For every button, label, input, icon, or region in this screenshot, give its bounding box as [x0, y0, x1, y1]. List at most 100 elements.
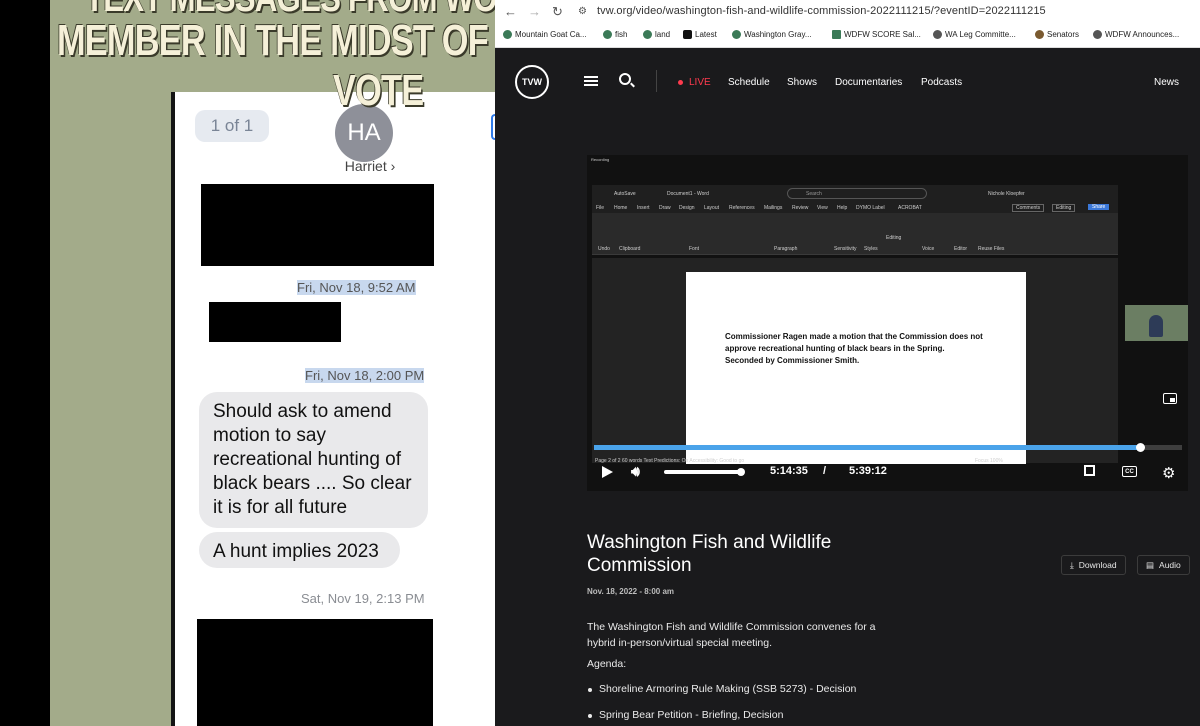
reload-icon[interactable]: ↻	[552, 4, 563, 20]
word-tab: Layout	[704, 205, 720, 211]
nav-documentaries[interactable]: Documentaries	[835, 77, 902, 88]
recording-label: Recording	[591, 157, 610, 162]
tvw-logo[interactable]: TVW	[515, 65, 549, 99]
ribbon-group: Voice	[922, 246, 935, 252]
contact-name[interactable]: Harriet ›	[335, 158, 405, 174]
download-button[interactable]: ⤓ Download	[1061, 555, 1126, 575]
audio-button[interactable]: ▤ Audio	[1137, 555, 1190, 575]
volume-handle[interactable]	[737, 468, 745, 476]
bookmark[interactable]: fish	[603, 30, 627, 39]
bookmark[interactable]: Mountain Goat Ca...	[503, 30, 587, 39]
message-bubble: A hunt implies 2023	[199, 532, 400, 568]
message-counter[interactable]: 1 of 1	[195, 110, 269, 142]
event-title: Washington Fish and Wildlife Commission	[587, 532, 832, 576]
bookmark[interactable]: Washington Gray...	[732, 30, 812, 39]
bookmark-icon	[732, 30, 741, 39]
search-icon[interactable]	[619, 73, 631, 85]
bookmark-icon	[1035, 30, 1044, 39]
word-tab: Draw	[659, 205, 671, 211]
timestamp: Sat, Nov 19, 2:13 PM	[301, 591, 425, 606]
word-tab: Help	[837, 205, 848, 211]
redacted-message	[209, 302, 341, 342]
picture-in-picture-icon[interactable]	[1163, 393, 1177, 404]
site-header: TVW LIVE Schedule Shows Documentaries Po…	[495, 48, 1200, 116]
word-titlebar: AutoSave Document1 - Word Search Nichole…	[592, 185, 1118, 203]
globe-icon	[933, 30, 942, 39]
word-page	[686, 272, 1026, 464]
bookmark[interactable]: WA Leg Committe...	[933, 30, 1016, 39]
bookmark-label: WDFW SCORE Sal...	[844, 30, 921, 39]
fullscreen-icon[interactable]	[1084, 465, 1095, 476]
x-icon	[683, 30, 692, 39]
bookmark[interactable]: Senators	[1035, 30, 1079, 39]
settings-gear-icon[interactable]: ⚙	[1162, 464, 1175, 482]
address-bar-row: ← → ↻ ⚙ tvw.org/video/washington-fish-an…	[495, 0, 1200, 24]
bookmark-label: WDFW Announces...	[1105, 30, 1180, 39]
nav-news[interactable]: News	[1154, 77, 1179, 88]
ribbon-group: Paragraph	[774, 246, 798, 252]
event-description: The Washington Fish and Wildlife Commiss…	[587, 621, 876, 649]
word-tab: Home	[614, 205, 628, 211]
time-separator: /	[823, 465, 827, 477]
bookmark[interactable]: land	[643, 30, 670, 39]
nav-shows[interactable]: Shows	[787, 77, 817, 88]
bookmark-label: land	[655, 30, 671, 39]
url-field[interactable]: tvw.org/video/washington-fish-and-wildli…	[597, 5, 1046, 17]
word-editing: Editing	[1052, 204, 1076, 212]
word-doc-title: Document1 - Word	[667, 191, 709, 197]
agenda-item: Shoreline Armoring Rule Making (SSB 5273…	[587, 683, 857, 695]
menu-icon[interactable]	[584, 76, 598, 86]
word-tab: View	[817, 205, 828, 211]
volume-slider[interactable]	[664, 470, 741, 474]
headline-line: VOTE	[333, 66, 424, 115]
live-dot-icon	[678, 80, 683, 85]
closed-captions-icon[interactable]: CC	[1122, 466, 1137, 477]
word-comments: Comments	[1012, 204, 1045, 212]
file-icon: ▤	[1146, 559, 1155, 570]
browser-window: ← → ↻ ⚙ tvw.org/video/washington-fish-an…	[495, 0, 1200, 726]
play-icon[interactable]	[602, 466, 613, 478]
nav-live[interactable]: LIVE	[689, 77, 711, 88]
bookmarks-bar: Mountain Goat Ca... fish land Latest Was…	[495, 24, 1200, 48]
imessage-screen: 1 of 1 HA Harriet › Fri, Nov 18, 9:52 AM…	[171, 92, 495, 726]
forward-icon[interactable]: →	[528, 4, 541, 19]
bookmark[interactable]: Latest	[683, 30, 717, 39]
word-tab: File	[596, 205, 605, 211]
ribbon-group: Clipboard	[619, 246, 641, 252]
ribbon-group: Undo	[598, 246, 610, 252]
volume-icon[interactable]: 🔊︎	[631, 463, 640, 480]
word-user: Nichole Kloepfer	[988, 191, 1025, 197]
timestamp: Fri, Nov 18, 9:52 AM	[297, 280, 416, 295]
redacted-message	[197, 619, 433, 726]
audio-label: Audio	[1159, 560, 1181, 570]
nav-schedule[interactable]: Schedule	[728, 77, 770, 88]
duration: 5:39:12	[849, 465, 887, 477]
word-tab: Mailings	[764, 205, 783, 211]
nav-podcasts[interactable]: Podcasts	[921, 77, 962, 88]
word-tab: Design	[679, 205, 695, 211]
ribbon-group: Styles	[864, 246, 878, 252]
word-tab: References	[729, 205, 755, 211]
ribbon-group: Reuse Files	[978, 246, 1005, 252]
webcam-person	[1149, 315, 1163, 337]
agenda-item: Spring Bear Petition - Briefing, Decisio…	[587, 709, 784, 721]
event-date: Nov. 18, 2022 - 8:00 am	[587, 587, 675, 596]
video-progress-bar[interactable]	[594, 443, 1182, 452]
word-document-text: Commissioner Ragen made a motion that th…	[725, 332, 983, 365]
word-status-left: Page 2 of 2 60 words Text Predictions: O…	[595, 458, 745, 464]
bookmark-icon	[832, 30, 841, 39]
bookmark[interactable]: WDFW Announces...	[1093, 30, 1179, 39]
word-share: Share	[1088, 204, 1110, 210]
timestamp: Fri, Nov 18, 2:00 PM	[305, 368, 425, 383]
word-status-right: Focus 100%	[975, 458, 1003, 464]
bookmark[interactable]: WDFW SCORE Sal...	[832, 30, 921, 39]
video-progress-handle[interactable]	[1135, 443, 1145, 452]
word-tab: DYMO Label	[856, 205, 885, 211]
back-icon[interactable]: ←	[504, 4, 517, 19]
download-icon: ⤓	[1070, 559, 1074, 570]
phone-screenshot-panel: 1 of 1 HA Harriet › Fri, Nov 18, 9:52 AM…	[0, 0, 495, 726]
bookmark-label: Washington Gray...	[744, 30, 812, 39]
bookmark-icon	[603, 30, 612, 39]
site-info-icon[interactable]: ⚙	[578, 6, 587, 17]
video-player[interactable]: Recording AutoSave Document1 - Word Sear…	[587, 155, 1188, 491]
